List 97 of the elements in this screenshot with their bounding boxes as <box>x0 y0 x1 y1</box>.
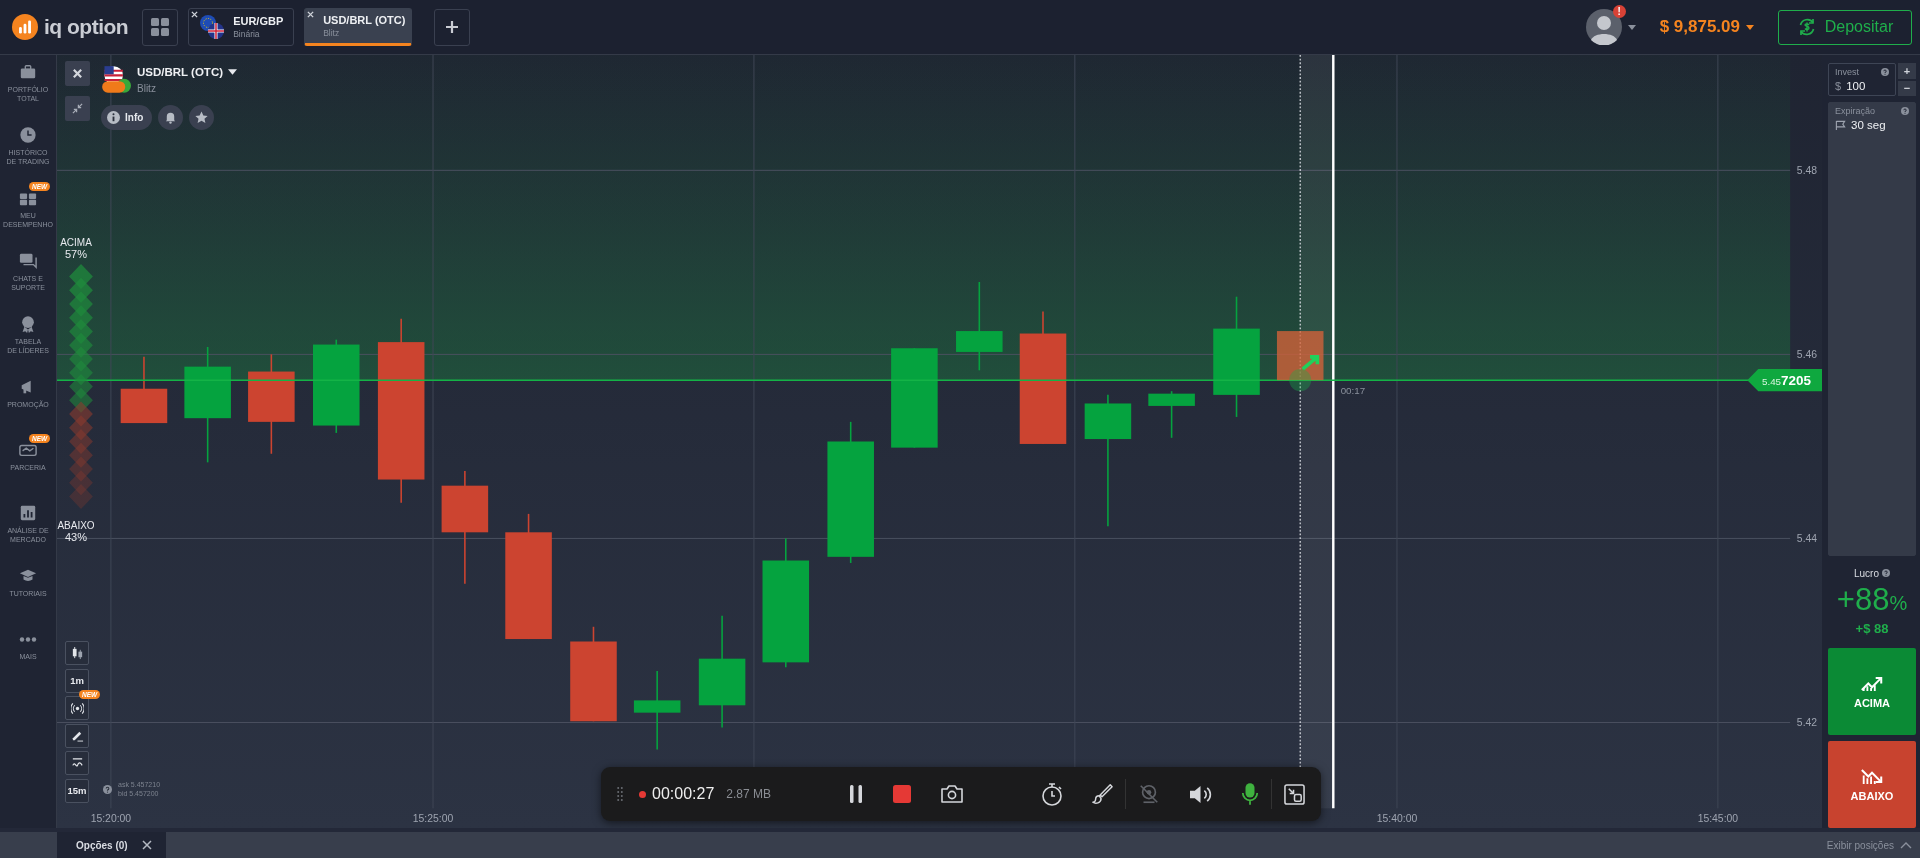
recording-time: 00:00:27 <box>652 785 715 803</box>
webcam-icon[interactable] <box>1138 783 1160 805</box>
camera-icon[interactable] <box>940 784 964 804</box>
avatar-icon[interactable] <box>1585 9 1622 45</box>
chart-tool-button[interactable] <box>65 751 89 775</box>
pencil-icon <box>70 729 84 742</box>
info-icon <box>107 111 120 124</box>
speaker-icon[interactable] <box>1188 783 1213 805</box>
up-button[interactable]: ACIMA <box>1828 648 1916 735</box>
asset-type: Blitz <box>137 83 157 94</box>
pause-icon[interactable] <box>848 784 864 804</box>
info-button[interactable]: Info <box>101 105 153 130</box>
drag-handle-icon[interactable] <box>617 787 623 801</box>
grid-icon[interactable] <box>142 8 179 46</box>
wave-icon <box>70 756 84 770</box>
logo-text: iq option <box>44 15 129 39</box>
time-axis-label: 15:45:00 <box>1697 812 1739 824</box>
help-icon[interactable] <box>1881 68 1889 76</box>
price-axis-label: 5.44 <box>1796 533 1818 545</box>
help-icon[interactable] <box>103 784 112 794</box>
picture-in-picture-icon[interactable] <box>1284 783 1305 805</box>
asset-type: Binária <box>233 29 261 39</box>
sentiment-percent: 57% <box>65 248 87 260</box>
price-axis-label: 5.42 <box>1796 717 1818 729</box>
deposit-button[interactable]: Depositar <box>1778 9 1912 45</box>
otc-flag-icon <box>101 65 131 95</box>
time-axis-label: 15:25:00 <box>412 812 454 824</box>
asset-name: EUR/GBP <box>233 15 284 27</box>
expiration-time: 30 seg <box>1851 119 1886 131</box>
caret-icon[interactable] <box>228 69 238 75</box>
sidebar-icon <box>19 504 37 522</box>
decrease-button[interactable]: − <box>1898 80 1916 96</box>
help-icon[interactable] <box>1882 569 1890 578</box>
broadcast-icon <box>70 701 84 715</box>
candlestick <box>1148 390 1195 439</box>
options-tab-label: Opções (0) <box>76 839 128 851</box>
microphone-icon[interactable] <box>1241 782 1259 806</box>
more-icon <box>19 636 37 642</box>
trend-up-icon <box>1860 674 1884 692</box>
stop-icon[interactable] <box>892 784 912 804</box>
asset-name[interactable]: USD/BRL (OTC) <box>137 66 224 78</box>
profit-label: Lucro <box>1854 567 1879 579</box>
expiration-field[interactable]: Expiração 30 seg <box>1828 102 1916 556</box>
close-icon[interactable] <box>65 61 90 86</box>
asset-tab[interactable]: EUR/GBP Binária <box>188 8 295 46</box>
chevron-up-icon <box>1900 841 1912 849</box>
sidebar-icon <box>19 63 37 81</box>
timer-icon[interactable] <box>1041 782 1063 806</box>
sidebar-icon <box>19 252 37 270</box>
sidebar-icon <box>19 315 37 333</box>
sentiment-label: ACIMA <box>60 237 92 248</box>
file-size: 2.87 MB <box>726 787 771 801</box>
profit-percent: +88% <box>1836 582 1908 617</box>
price-axis-label: 5.48 <box>1796 165 1818 176</box>
chart-tool-button[interactable] <box>65 696 89 720</box>
chart-tool-button[interactable] <box>65 723 89 748</box>
flags-icon <box>199 14 226 40</box>
caret-icon[interactable] <box>1746 24 1754 30</box>
options-tab[interactable]: Opções (0) <box>57 832 166 858</box>
asset-tab[interactable]: USD/BRL (OTC) Blitz <box>304 8 413 46</box>
logo-icon <box>12 14 38 40</box>
help-icon[interactable] <box>1901 107 1909 115</box>
down-button[interactable]: ABAIXO <box>1828 741 1916 828</box>
time-axis-label: 15:20:00 <box>90 812 132 824</box>
price-axis-label: 5.46 <box>1796 349 1818 361</box>
flag-icon <box>1835 119 1846 131</box>
collapse-icon[interactable] <box>65 96 90 121</box>
asset-name: USD/BRL (OTC) <box>323 14 406 26</box>
current-price-tag: 5.457205 <box>1747 369 1822 392</box>
asset-type: Blitz <box>323 28 341 38</box>
balance[interactable]: $ 9,875.09 <box>1659 17 1740 37</box>
caret-icon[interactable] <box>1627 24 1636 30</box>
invest-amount: 100 <box>1846 80 1866 92</box>
add-tab-icon[interactable] <box>434 8 471 46</box>
trend-down-icon <box>1860 767 1884 785</box>
field-label: Expiração <box>1835 106 1876 116</box>
show-positions-link[interactable]: Exibir posições <box>1818 832 1920 858</box>
current-candlestick <box>1276 331 1324 392</box>
currency-sign: $ <box>1835 80 1842 92</box>
close-icon[interactable] <box>141 840 152 850</box>
sentiment-percent: 43% <box>65 531 87 543</box>
profit-amount: +$ 88 <box>1855 621 1889 636</box>
invest-field[interactable]: Invest $ 100 <box>1828 63 1896 96</box>
countdown-label: 00:17 <box>1340 384 1366 396</box>
timeframe-button[interactable]: 1m <box>65 668 89 693</box>
close-icon[interactable] <box>307 11 315 18</box>
brush-icon[interactable] <box>1091 783 1113 805</box>
candlestick <box>120 356 168 424</box>
field-label: Invest <box>1835 67 1859 77</box>
sidebar-icon <box>19 126 37 144</box>
increase-button[interactable]: + <box>1898 63 1916 79</box>
time-axis-label: 15:40:00 <box>1376 812 1418 824</box>
chart-tool-button[interactable] <box>65 641 89 665</box>
close-icon[interactable] <box>191 11 199 18</box>
timeframe-button[interactable]: 15m <box>65 778 89 803</box>
candles-icon <box>70 646 84 660</box>
sentiment-label: ABAIXO <box>57 520 95 531</box>
